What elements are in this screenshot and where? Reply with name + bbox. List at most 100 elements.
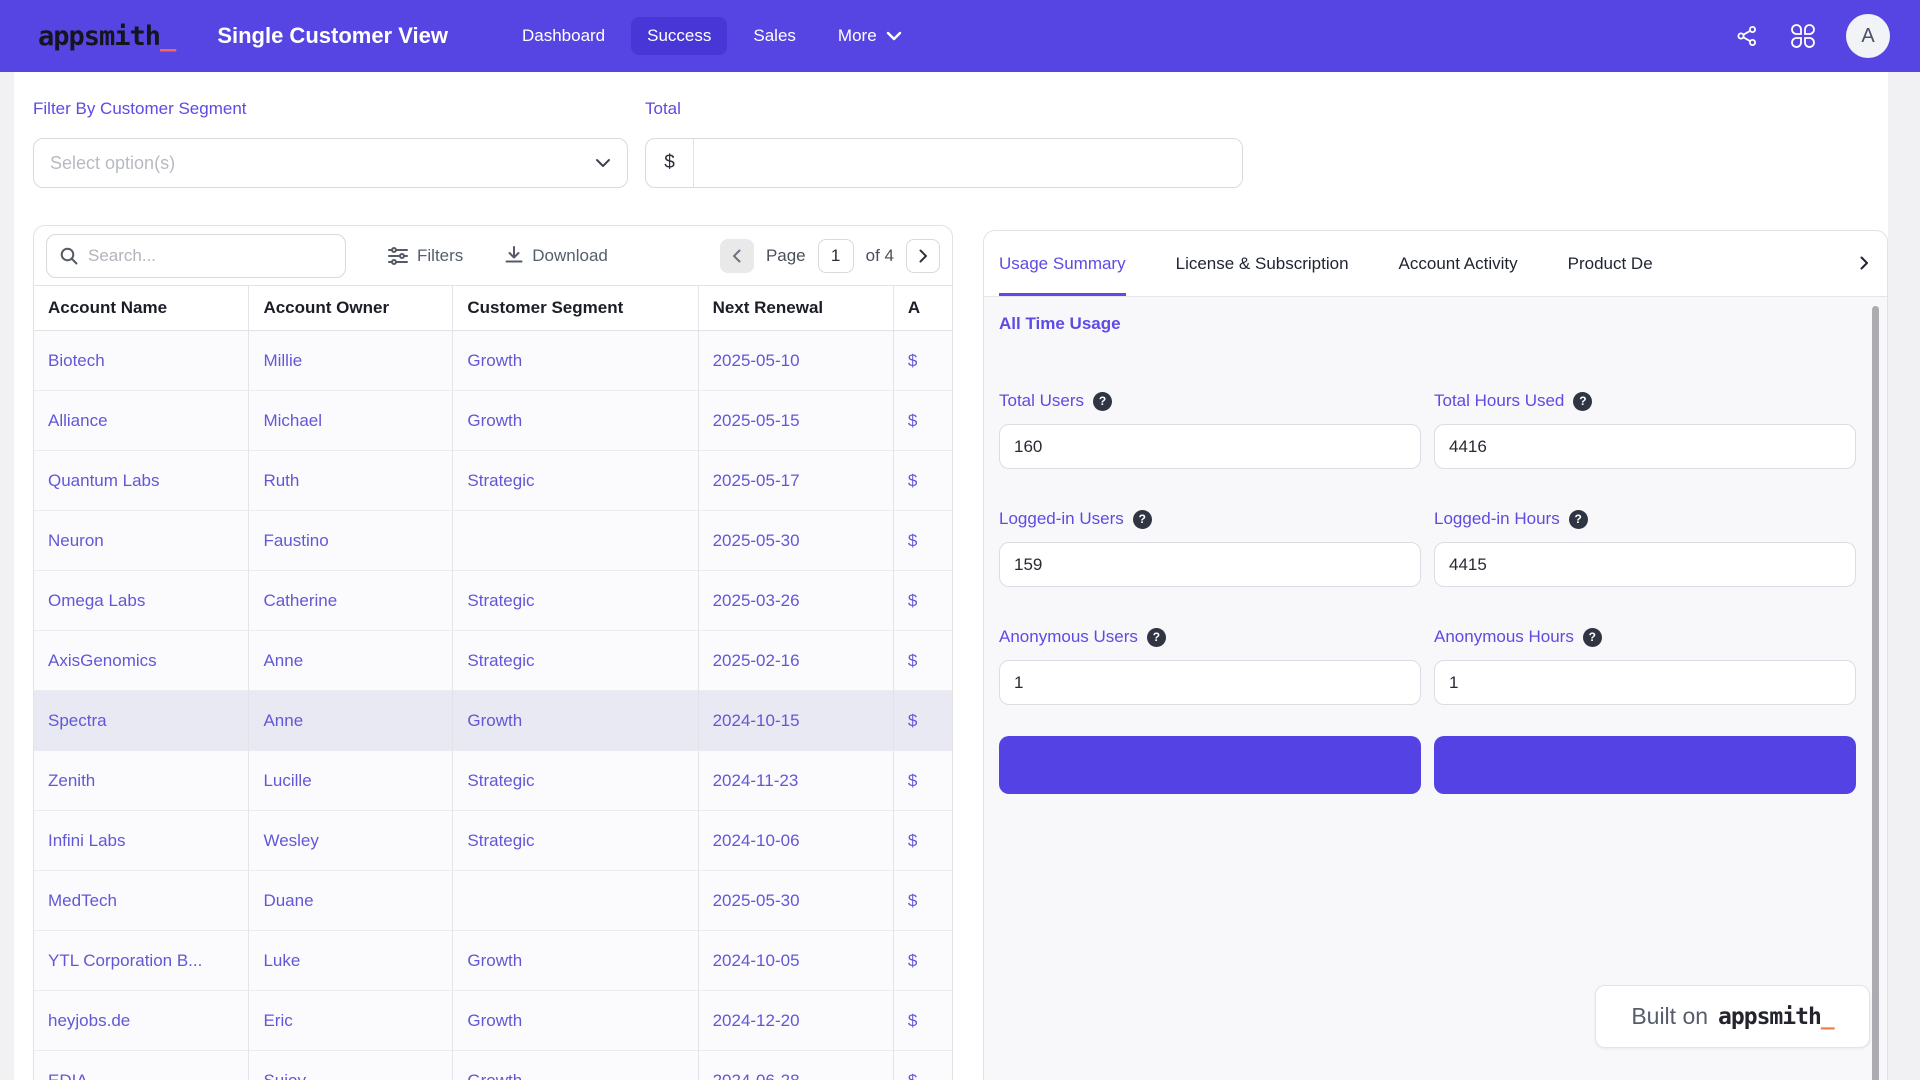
field-value-input[interactable] bbox=[999, 424, 1421, 469]
detail-tab[interactable]: Usage Summary bbox=[999, 231, 1126, 296]
cell-customer-segment: Growth bbox=[453, 391, 698, 451]
cell-next-renewal: 2024-06-28 bbox=[699, 1051, 894, 1080]
nav-item-label: Sales bbox=[753, 26, 796, 46]
field-value-input[interactable] bbox=[999, 542, 1421, 587]
top-navbar: appsmith_ Single Customer View Dashboard… bbox=[0, 0, 1920, 72]
nav-menu-item[interactable]: Dashboard bbox=[506, 17, 621, 55]
chevron-down-icon bbox=[886, 31, 902, 41]
apps-grid-icon[interactable] bbox=[1790, 23, 1816, 49]
filter-icon bbox=[388, 247, 408, 265]
customer-detail-panel: Usage Summary License & Subscription Accou… bbox=[983, 230, 1888, 1080]
field-label: Anonymous Users bbox=[999, 627, 1138, 647]
table-row[interactable]: EDIA Sujoy Growth 2024-06-28 $ bbox=[34, 1051, 952, 1080]
column-header-customer-segment[interactable]: Customer Segment bbox=[453, 286, 698, 331]
table-row[interactable]: Alliance Michael Growth 2025-05-15 $ bbox=[34, 391, 952, 451]
table-row[interactable]: MedTech Duane 2025-05-30 $ bbox=[34, 871, 952, 931]
detail-tab[interactable]: License & Subscription bbox=[1176, 231, 1349, 296]
help-icon[interactable]: ? bbox=[1583, 628, 1602, 647]
column-header-account-name[interactable]: Account Name bbox=[34, 286, 249, 331]
view-breakdown-button[interactable] bbox=[1434, 736, 1856, 794]
table-row[interactable]: Neuron Faustino 2025-05-30 $ bbox=[34, 511, 952, 571]
badge-prefix: Built on bbox=[1631, 1003, 1708, 1030]
nav-item-label: More bbox=[838, 26, 877, 46]
share-icon[interactable] bbox=[1734, 23, 1760, 49]
nav-menu-item[interactable]: Sales bbox=[737, 17, 812, 55]
cell-account-owner: Anne bbox=[249, 631, 453, 691]
user-avatar[interactable]: A bbox=[1846, 14, 1890, 58]
help-icon[interactable]: ? bbox=[1147, 628, 1166, 647]
cell-customer-segment bbox=[453, 511, 698, 571]
table-header-row: Account Name Account Owner Customer Segm… bbox=[34, 285, 952, 331]
table-row[interactable]: Quantum Labs Ruth Strategic 2025-05-17 $ bbox=[34, 451, 952, 511]
field-value-input[interactable] bbox=[999, 660, 1421, 705]
next-page-button[interactable] bbox=[906, 239, 940, 273]
cell-account-name: YTL Corporation B... bbox=[34, 931, 249, 991]
cell-account-owner: Faustino bbox=[249, 511, 453, 571]
column-header-arr[interactable]: A bbox=[894, 286, 952, 331]
logo-underscore-accent: _ bbox=[160, 21, 175, 52]
cell-account-name: Neuron bbox=[34, 511, 249, 571]
table-row[interactable]: heyjobs.de Eric Growth 2024-12-20 $ bbox=[34, 991, 952, 1051]
section-title: All Time Usage bbox=[999, 314, 1887, 334]
cell-arr: $ bbox=[894, 391, 952, 451]
field-value-input[interactable] bbox=[1434, 424, 1856, 469]
tab-label: Usage Summary bbox=[999, 254, 1126, 274]
filters-label: Filters bbox=[417, 246, 463, 266]
download-label: Download bbox=[532, 246, 608, 266]
field-value-input[interactable] bbox=[1434, 660, 1856, 705]
field-value-input[interactable] bbox=[1434, 542, 1856, 587]
page-title: Single Customer View bbox=[217, 23, 448, 49]
filters-button[interactable]: Filters bbox=[388, 246, 463, 266]
cell-arr: $ bbox=[894, 331, 952, 391]
cell-arr: $ bbox=[894, 991, 952, 1051]
table-row[interactable]: Omega Labs Catherine Strategic 2025-03-2… bbox=[34, 571, 952, 631]
table-row[interactable]: AxisGenomics Anne Strategic 2025-02-16 $ bbox=[34, 631, 952, 691]
cell-account-owner: Catherine bbox=[249, 571, 453, 631]
cell-account-owner: Duane bbox=[249, 871, 453, 931]
table-row[interactable]: Biotech Millie Growth 2025-05-10 $ bbox=[34, 331, 952, 391]
column-header-account-owner[interactable]: Account Owner bbox=[249, 286, 453, 331]
field-label: Logged-in Users bbox=[999, 509, 1124, 529]
help-icon[interactable]: ? bbox=[1093, 392, 1112, 411]
table-row[interactable]: YTL Corporation B... Luke Growth 2024-10… bbox=[34, 931, 952, 991]
table-toolbar: Filters Download Page of 4 bbox=[34, 226, 952, 285]
tabs-overflow-chevron[interactable] bbox=[1849, 231, 1879, 294]
cell-next-renewal: 2025-03-26 bbox=[699, 571, 894, 631]
total-filter-label: Total bbox=[645, 99, 681, 119]
detail-tab[interactable]: Account Activity bbox=[1399, 231, 1518, 296]
built-on-appsmith-badge[interactable]: Built on appsmith_ bbox=[1595, 985, 1870, 1048]
column-header-next-renewal[interactable]: Next Renewal bbox=[699, 286, 894, 331]
table-search[interactable] bbox=[46, 234, 346, 278]
nav-menu-item[interactable]: More bbox=[822, 17, 918, 55]
cell-account-owner: Michael bbox=[249, 391, 453, 451]
nav-menu-item[interactable]: Success bbox=[631, 17, 727, 55]
detail-tab[interactable]: Product De bbox=[1568, 231, 1653, 296]
help-icon[interactable]: ? bbox=[1573, 392, 1592, 411]
cell-account-name: Omega Labs bbox=[34, 571, 249, 631]
page-label: Page bbox=[766, 246, 806, 266]
cell-customer-segment: Growth bbox=[453, 991, 698, 1051]
download-button[interactable]: Download bbox=[505, 246, 608, 266]
table-row[interactable]: Spectra Anne Growth 2024-10-15 $ bbox=[34, 691, 952, 751]
cell-customer-segment: Strategic bbox=[453, 571, 698, 631]
help-icon[interactable]: ? bbox=[1133, 510, 1152, 529]
segment-multiselect[interactable]: Select option(s) bbox=[33, 138, 628, 188]
cell-account-name: heyjobs.de bbox=[34, 991, 249, 1051]
search-input[interactable] bbox=[88, 246, 333, 266]
table-row[interactable]: Zenith Lucille Strategic 2024-11-23 $ bbox=[34, 751, 952, 811]
total-input[interactable] bbox=[694, 139, 1242, 187]
cell-next-renewal: 2024-10-06 bbox=[699, 811, 894, 871]
page-number-input[interactable] bbox=[818, 239, 854, 273]
usage-field: Total Hours Used? bbox=[1434, 391, 1856, 469]
view-breakdown-button[interactable] bbox=[999, 736, 1421, 794]
cell-customer-segment: Strategic bbox=[453, 631, 698, 691]
table-body: Biotech Millie Growth 2025-05-10 $ Allia… bbox=[34, 331, 952, 1080]
prev-page-button[interactable] bbox=[720, 239, 754, 273]
help-icon[interactable]: ? bbox=[1569, 510, 1588, 529]
table-row[interactable]: Infini Labs Wesley Strategic 2024-10-06 … bbox=[34, 811, 952, 871]
usage-field: Total Users? bbox=[999, 391, 1421, 469]
cell-arr: $ bbox=[894, 511, 952, 571]
cell-account-owner: Eric bbox=[249, 991, 453, 1051]
download-icon bbox=[505, 246, 523, 265]
panel-scrollbar[interactable] bbox=[1872, 306, 1879, 1080]
